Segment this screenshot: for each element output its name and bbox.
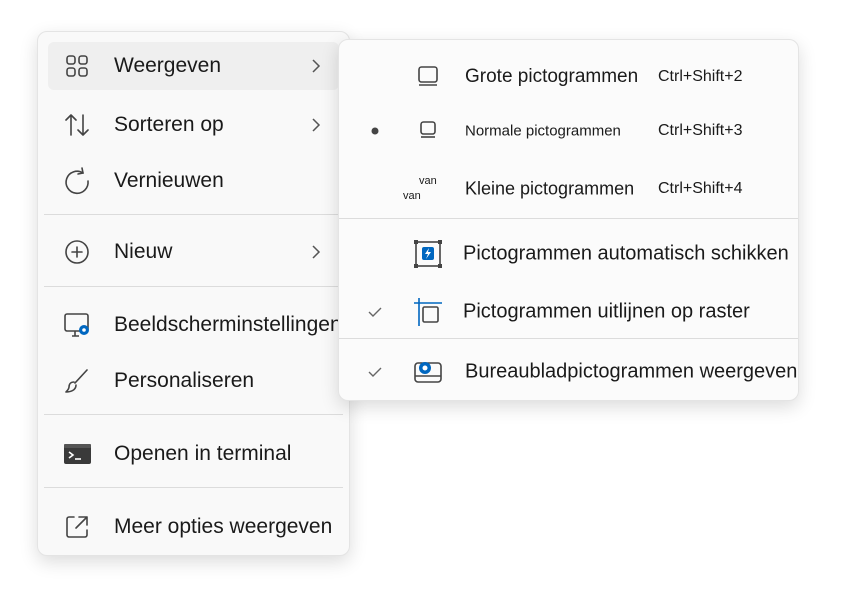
menu-item-label: Meer opties weergeven [114,515,333,538]
menu-item-label: Nieuw [114,240,173,263]
chevron-right-icon [312,59,321,73]
plus-circle-icon [65,240,89,264]
keyboard-shortcut: Ctrl+Shift+4 [658,180,743,197]
menu-item-weergeven[interactable]: Weergeven [48,42,339,90]
submenu-item-normale-pictogrammen[interactable]: Normale pictogrammen Ctrl+Shift+3 [339,102,798,160]
menu-item-openen-in-terminal[interactable]: Openen in terminal [48,429,339,479]
submenu-item-automatisch-schikken[interactable]: Pictogrammen automatisch schikken [339,226,798,282]
submenu-item-label: Pictogrammen automatisch schikken [463,242,789,265]
separator [44,487,343,488]
submenu-item-label: Grote pictogrammen [465,66,639,87]
menu-item-nieuw[interactable]: Nieuw [48,227,339,277]
submenu-item-uitlijnen-op-raster[interactable]: Pictogrammen uitlijnen op raster [339,284,798,340]
brush-icon [65,369,88,393]
keyboard-shortcut: Ctrl+Shift+2 [658,68,743,85]
menu-item-personaliseren[interactable]: Personaliseren [48,356,339,406]
menu-item-sorteren-op[interactable]: Sorteren op [48,100,339,150]
display-settings-icon [64,313,89,337]
medium-icons-icon [420,121,436,138]
check-icon [368,367,382,377]
sort-arrows-icon [65,114,89,136]
chevron-right-icon [312,245,321,259]
submenu-item-kleine-pictogrammen[interactable]: van van Kleine pictogrammen Ctrl+Shift+4 [339,160,798,218]
separator [339,338,798,339]
terminal-icon [64,444,91,464]
menu-item-label: Weergeven [114,54,222,77]
desktop-context-menu: Weergeven Sorteren op Vernieuwen Nieuw B… [37,31,350,556]
bullet-icon [371,127,379,135]
submenu-item-label: Pictogrammen uitlijnen op raster [463,300,750,323]
menu-item-meer-opties-weergeven[interactable]: Meer opties weergeven [48,502,339,552]
separator [44,414,343,415]
submenu-item-bureaubladpictogrammen-weergeven[interactable]: Bureaubladpictogrammen weergeven [339,344,798,400]
check-icon [368,307,382,317]
menu-item-label: Sorteren op [114,113,224,136]
menu-item-label: Vernieuwen [114,169,224,192]
chevron-right-icon [312,118,321,132]
submenu-item-label: Kleine pictogrammen [465,178,635,199]
menu-item-label: Openen in terminal [114,442,292,465]
view-submenu: Grote pictogrammen Ctrl+Shift+2 Normale … [338,39,799,401]
separator [44,286,343,287]
refresh-icon [65,167,89,195]
submenu-item-label: Bureaubladpictogrammen weergeven [465,360,798,383]
menu-item-vernieuwen[interactable]: Vernieuwen [48,156,339,206]
open-external-icon [66,516,88,538]
menu-item-label: Beeldscherminstellingen [114,313,342,336]
menu-item-beeldscherminstellingen[interactable]: Beeldscherminstellingen [48,300,342,350]
icon-text: van [419,175,437,187]
menu-item-label: Personaliseren [114,369,255,392]
small-icons-icon: van van [403,172,449,206]
large-icons-icon [418,66,438,86]
grid-icon [66,55,88,77]
submenu-item-grote-pictogrammen[interactable]: Grote pictogrammen Ctrl+Shift+2 [339,48,798,106]
align-grid-icon [414,298,442,326]
separator [339,218,798,219]
auto-arrange-icon [414,240,442,268]
icon-text: van [403,190,421,202]
submenu-item-label: Normale pictogrammen [465,122,621,140]
show-desktop-icons-icon [414,362,442,383]
separator [44,214,343,215]
keyboard-shortcut: Ctrl+Shift+3 [658,122,743,139]
